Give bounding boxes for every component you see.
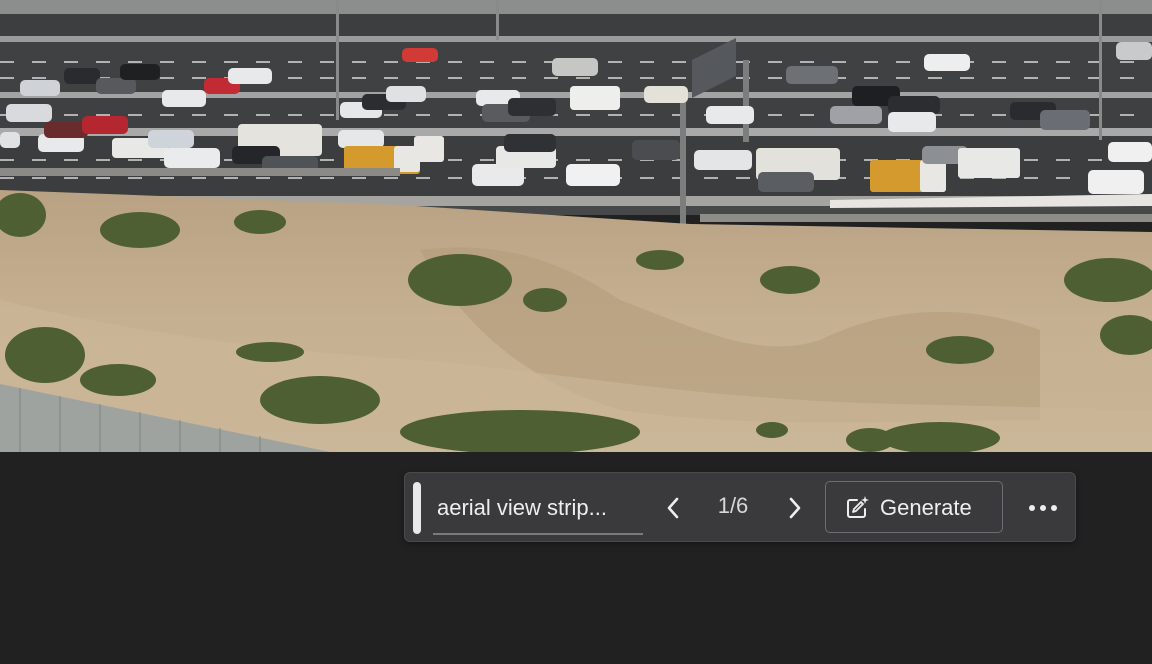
edit-sparkle-icon xyxy=(847,496,869,518)
drag-handle[interactable] xyxy=(413,482,421,534)
prompt-underline xyxy=(433,533,643,535)
aerial-photo xyxy=(0,0,1152,452)
page-counter: 1/6 xyxy=(717,493,749,518)
generate-label: Generate xyxy=(880,495,972,520)
chevron-left-icon xyxy=(667,497,679,519)
more-options-button[interactable] xyxy=(1017,489,1069,527)
image-viewer: aerial view strip... 1/6 Generate xyxy=(0,0,1152,664)
prompt-field[interactable]: aerial view strip... xyxy=(433,485,643,535)
generate-button[interactable]: Generate xyxy=(825,481,1003,533)
previous-button[interactable] xyxy=(653,489,693,527)
chevron-right-icon xyxy=(789,497,801,519)
next-button[interactable] xyxy=(775,489,815,527)
more-horizontal-icon xyxy=(1029,505,1057,511)
generation-toolbar: aerial view strip... 1/6 Generate xyxy=(404,472,1076,542)
prompt-text: aerial view strip... xyxy=(437,495,607,520)
